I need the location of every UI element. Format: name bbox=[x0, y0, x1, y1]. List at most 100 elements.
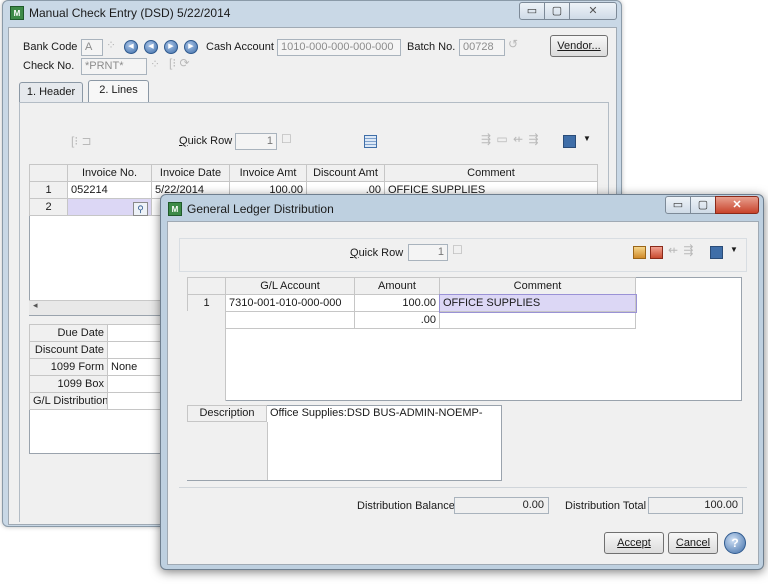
check-no-label: Check No. bbox=[23, 60, 75, 72]
batch-no-field[interactable]: 00728 bbox=[459, 39, 505, 56]
help-button[interactable]: ? bbox=[724, 532, 746, 554]
amount-header[interactable]: Amount bbox=[354, 277, 440, 295]
last-record-icon[interactable]: ▶ bbox=[184, 40, 198, 54]
cash-account-field[interactable]: 1010-000-000-000-000 bbox=[277, 39, 401, 56]
table-row[interactable]: 1 7310-001-010-000-000 100.00 OFFICE SUP… bbox=[187, 293, 637, 313]
check-no-field[interactable]: *PRNT* bbox=[81, 58, 147, 75]
row-header-column bbox=[187, 311, 226, 401]
distribution-total-value: 100.00 bbox=[648, 497, 743, 514]
quick-row-label: Quick Row bbox=[350, 247, 404, 259]
bank-code-field[interactable]: A bbox=[81, 39, 103, 56]
list-item: Due Date bbox=[29, 324, 170, 342]
table-row[interactable]: 2 .00 bbox=[187, 311, 636, 329]
discount-amt-header[interactable]: Discount Amt bbox=[306, 164, 385, 182]
scroll-left-icon[interactable]: ◂ bbox=[33, 300, 38, 311]
vendor-button[interactable]: Vendor... bbox=[550, 35, 608, 57]
invoice-no-cell[interactable]: 052214 bbox=[67, 181, 152, 199]
distribution-balance-label: Distribution Balance bbox=[357, 500, 455, 512]
gl-grid-header: G/L Account Amount Comment bbox=[187, 277, 636, 295]
list-item: 1099 Form None bbox=[29, 358, 170, 376]
previous-record-icon[interactable]: ◀ bbox=[144, 40, 158, 54]
app-icon: M bbox=[10, 6, 24, 20]
quick-row-field[interactable]: 1 bbox=[235, 133, 277, 150]
discount-date-label: Discount Date bbox=[29, 341, 108, 359]
invoice-lookup-icon[interactable]: ⚲ bbox=[133, 202, 148, 216]
insert-row-icon[interactable] bbox=[633, 246, 646, 259]
cash-account-label: Cash Account bbox=[206, 41, 274, 53]
invoice-amt-header[interactable]: Invoice Amt bbox=[229, 164, 307, 182]
details-grid: Due Date Discount Date 1099 Form None 109… bbox=[29, 324, 170, 410]
cancel-button[interactable]: Cancel bbox=[668, 532, 718, 554]
gl-grid: G/L Account Amount Comment 1 7310-001-01… bbox=[187, 277, 637, 329]
gl-account-cell[interactable]: 7310-001-010-000-000 bbox=[225, 294, 355, 312]
tab-lines[interactable]: 2. Lines bbox=[88, 80, 149, 103]
description-label: Description bbox=[187, 405, 267, 422]
next-record-icon[interactable]: ▶ bbox=[164, 40, 178, 54]
options-dropdown-icon[interactable]: ▼ bbox=[730, 245, 738, 254]
comment-header[interactable]: Comment bbox=[384, 164, 598, 182]
row-number: 1 bbox=[187, 294, 226, 312]
comment-cell[interactable]: OFFICE SUPPLIES bbox=[438, 293, 637, 313]
list-item: G/L Distribution bbox=[29, 392, 170, 410]
box-1099-label: 1099 Box bbox=[29, 375, 108, 393]
vendor-button-label: Vendor... bbox=[557, 40, 601, 52]
row-tools-icons[interactable]: ⇶ ▭ ⇷ ⇶ bbox=[481, 132, 540, 146]
quick-row-check-icon[interactable]: ☐ bbox=[281, 132, 292, 146]
maximize-button[interactable]: ▢ bbox=[544, 2, 570, 20]
invoice-date-header[interactable]: Invoice Date bbox=[151, 164, 230, 182]
close-button[interactable]: ✕ bbox=[715, 196, 759, 214]
gl-client-area: Quick Row 1 ☐ ⇷ ⇶ ▼ G/L Account Amount C… bbox=[167, 221, 759, 565]
check-options-icon[interactable]: [⁝ ⟳ bbox=[169, 56, 190, 70]
delete-row-icon[interactable] bbox=[650, 246, 663, 259]
list-item: Discount Date bbox=[29, 341, 170, 359]
minimize-button[interactable]: ▭ bbox=[665, 196, 691, 214]
check-lookup-icon[interactable]: ⁘ bbox=[150, 57, 160, 71]
accept-button[interactable]: Accept bbox=[604, 532, 664, 554]
batch-no-label: Batch No. bbox=[407, 41, 456, 53]
horizontal-scrollbar[interactable] bbox=[29, 300, 169, 315]
app-icon: M bbox=[168, 202, 182, 216]
separator bbox=[179, 487, 747, 488]
distribution-balance-value: 0.00 bbox=[454, 497, 549, 514]
description-side bbox=[187, 422, 268, 480]
gl-distribution-window: M General Ledger Distribution ▭ ▢ ✕ Quic… bbox=[160, 194, 764, 570]
accept-button-label: Accept bbox=[617, 537, 651, 549]
description-value[interactable]: Office Supplies:DSD BUS-ADMIN-NOEMP- bbox=[267, 405, 504, 422]
batch-lookup-icon[interactable]: ↺ bbox=[508, 37, 518, 51]
maximize-button[interactable]: ▢ bbox=[690, 196, 716, 214]
quick-row-field[interactable]: 1 bbox=[408, 244, 448, 261]
tab-header[interactable]: 1. Header bbox=[19, 82, 83, 103]
options-icon[interactable] bbox=[710, 246, 723, 259]
window-title: General Ledger Distribution bbox=[187, 202, 334, 216]
bank-code-label: Bank Code bbox=[23, 41, 78, 53]
gl-account-header[interactable]: G/L Account bbox=[225, 277, 355, 295]
row-tools-icons[interactable]: ⇷ ⇶ bbox=[668, 243, 694, 257]
minimize-button[interactable]: ▭ bbox=[519, 2, 545, 20]
first-record-icon[interactable]: ◀ bbox=[124, 40, 138, 54]
quick-row-check-icon[interactable]: ☐ bbox=[452, 243, 463, 257]
quick-row-label-text: uick Row bbox=[358, 247, 404, 259]
due-date-label: Due Date bbox=[29, 324, 108, 342]
amount-cell[interactable]: .00 bbox=[354, 311, 440, 329]
row-number: 1 bbox=[29, 181, 68, 199]
row-number: 2 bbox=[29, 198, 68, 216]
options-icon[interactable] bbox=[563, 135, 576, 148]
split-icon[interactable]: [⁝ ⊐ bbox=[71, 134, 92, 148]
options-dropdown-icon[interactable]: ▼ bbox=[583, 134, 591, 143]
distribution-total-label: Distribution Total bbox=[565, 500, 647, 512]
lookup-icon[interactable]: ⁘ bbox=[106, 38, 116, 52]
comment-header[interactable]: Comment bbox=[439, 277, 636, 295]
form-1099-label: 1099 Form bbox=[29, 358, 108, 376]
list-item: 1099 Box bbox=[29, 375, 170, 393]
calendar-grid-icon[interactable] bbox=[364, 135, 377, 148]
comment-cell[interactable] bbox=[439, 311, 636, 329]
amount-cell[interactable]: 100.00 bbox=[354, 294, 440, 312]
quick-row-label-text: uick Row bbox=[187, 135, 233, 147]
cancel-button-label: Cancel bbox=[675, 537, 711, 549]
window-title: Manual Check Entry (DSD) 5/22/2014 bbox=[29, 6, 231, 20]
close-button[interactable]: ✕ bbox=[569, 2, 617, 20]
gl-account-cell[interactable] bbox=[225, 311, 355, 329]
invoice-no-header[interactable]: Invoice No. bbox=[67, 164, 152, 182]
row-number-header bbox=[29, 164, 68, 182]
row-number-header bbox=[187, 277, 226, 295]
